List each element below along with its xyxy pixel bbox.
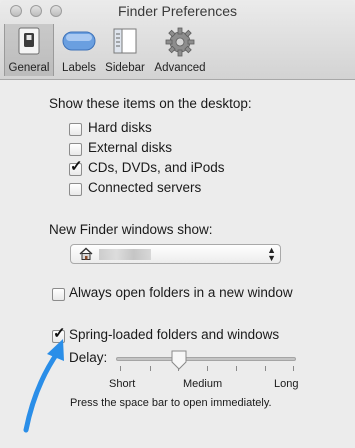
annotation-arrow-icon [23, 339, 64, 433]
finder-preferences-window: Finder Preferences General Labels Sideba… [0, 0, 355, 448]
